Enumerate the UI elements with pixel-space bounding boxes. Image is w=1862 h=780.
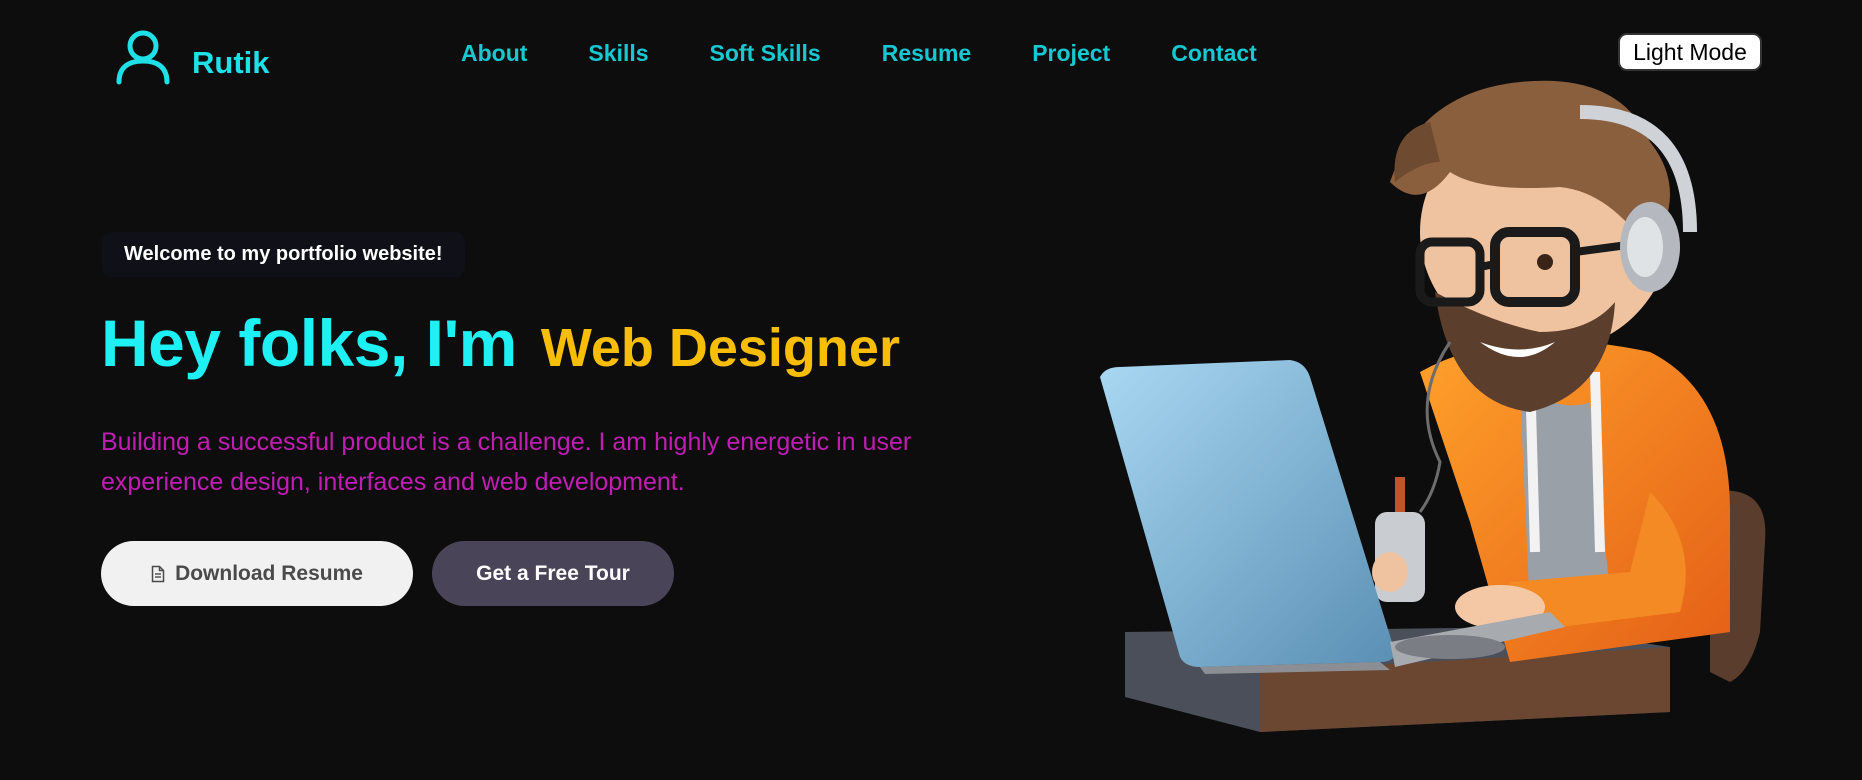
download-resume-button[interactable]: Download Resume [101, 541, 413, 606]
hero-description: Building a successful product is a chall… [101, 428, 912, 496]
nav-project[interactable]: Project [1032, 40, 1110, 67]
brand-name: Rutik [192, 45, 270, 80]
welcome-badge: Welcome to my portfolio website! [102, 232, 465, 277]
developer-avatar-illustration [1100, 80, 1766, 732]
user-icon [116, 30, 170, 85]
nav-skills[interactable]: Skills [588, 40, 648, 67]
light-mode-toggle[interactable]: Light Mode [1618, 33, 1762, 71]
brand-logo[interactable]: Rutik [114, 28, 270, 86]
download-resume-label: Download Resume [175, 561, 363, 585]
hero-greeting: Hey folks, I'm [101, 306, 517, 380]
nav-contact[interactable]: Contact [1171, 40, 1257, 67]
nav-resume[interactable]: Resume [882, 40, 971, 67]
free-tour-button[interactable]: Get a Free Tour [432, 541, 674, 606]
hero-headline: Hey folks, I'm Web Designer [101, 305, 900, 381]
document-icon [151, 565, 165, 582]
main-nav: About Skills Soft Skills Resume Project … [461, 40, 1257, 67]
nav-soft-skills[interactable]: Soft Skills [710, 40, 821, 67]
nav-about[interactable]: About [461, 40, 527, 67]
hero-role: Web Designer [540, 318, 900, 378]
